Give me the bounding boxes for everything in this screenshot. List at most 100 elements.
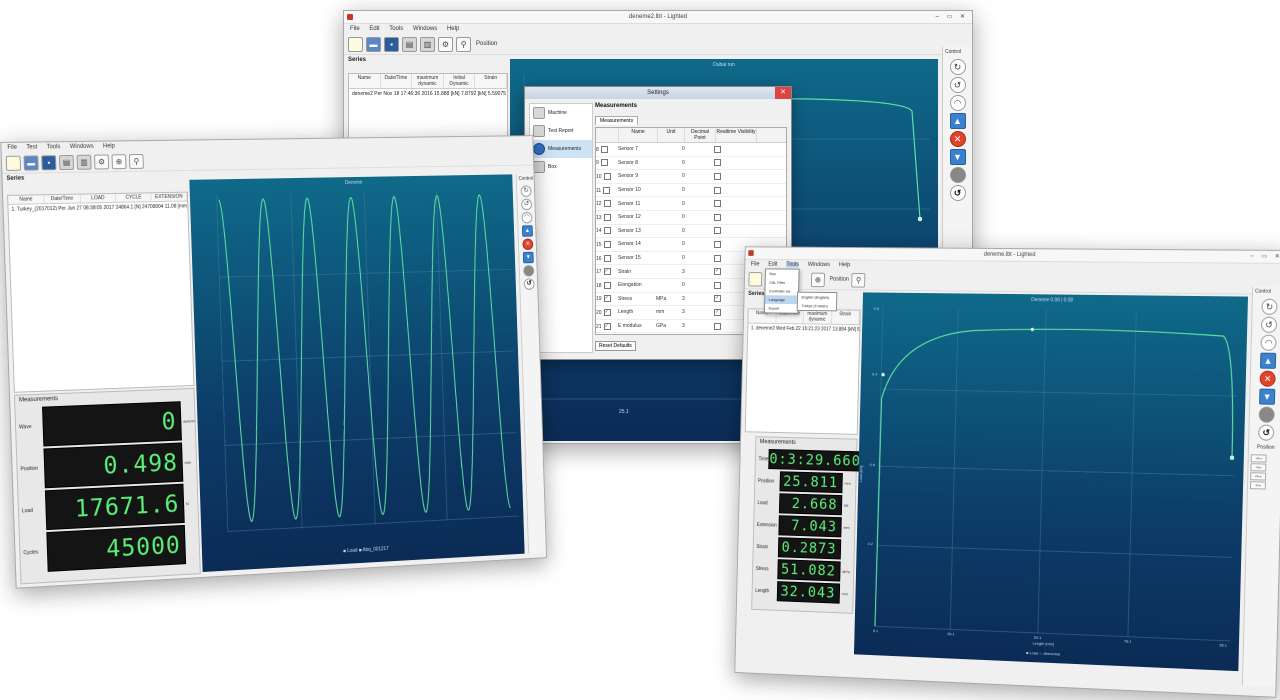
new-file-icon[interactable]	[5, 155, 22, 171]
arrow-up-icon[interactable]: ▲	[1259, 352, 1277, 369]
row-decimal[interactable]: 0	[682, 187, 712, 193]
row-checkbox[interactable]	[603, 281, 611, 289]
row-visibility-checkbox[interactable]	[714, 186, 721, 194]
window-controls[interactable]: – ▭ ✕	[936, 11, 968, 23]
row-checkbox[interactable]	[600, 145, 608, 153]
arrow-down-icon[interactable]: ▼	[522, 251, 534, 264]
row-checkbox[interactable]	[603, 186, 611, 194]
stop-icon[interactable]: ✕	[522, 238, 534, 251]
menu-file[interactable]: File	[751, 262, 760, 268]
menu-help[interactable]: Help	[103, 143, 115, 149]
target-icon[interactable]: ⊕	[810, 272, 825, 287]
menu-test[interactable]: Test	[26, 144, 37, 150]
tools-menu-item-language[interactable]: Language	[765, 295, 798, 305]
nav-item-test-report[interactable]: Test Report	[530, 122, 592, 140]
rotate-ccw-icon[interactable]: ↺	[949, 77, 966, 93]
open-folder-icon[interactable]: ▬	[23, 154, 39, 171]
nav-item-box[interactable]: Box	[530, 158, 592, 176]
row-checkbox[interactable]	[603, 227, 611, 235]
right-chart[interactable]: Deneme 0.98 | 0.08 0.8 0.4 0.6 0.2 0.1 2…	[853, 292, 1249, 672]
record-icon[interactable]: ●	[1258, 406, 1275, 423]
row-visibility-checkbox[interactable]	[714, 159, 721, 167]
col-header[interactable]: Name	[8, 195, 45, 204]
measurement-row[interactable]: 12 Sensor 11 0	[596, 197, 786, 211]
row-visibility-checkbox[interactable]	[714, 145, 721, 153]
row-checkbox[interactable]	[603, 254, 611, 262]
save-disk-icon[interactable]: ▪	[41, 154, 57, 170]
menu-windows[interactable]: Windows	[70, 144, 94, 150]
menu-windows[interactable]: Windows	[808, 262, 830, 268]
rotate-ccw-icon[interactable]: ↺	[521, 198, 533, 211]
pos-button[interactable]: -Ret	[1250, 463, 1267, 472]
row-decimal[interactable]: 0	[682, 201, 712, 207]
measurement-row[interactable]: 9 Sensor 8 0	[596, 157, 786, 171]
print-preview-icon[interactable]: ▥	[76, 154, 92, 170]
print-icon[interactable]: ▤	[402, 36, 417, 52]
col-header[interactable]: LOAD	[80, 193, 117, 203]
row-decimal[interactable]: 0	[682, 228, 712, 234]
row-visibility-checkbox[interactable]	[714, 227, 721, 235]
rotate-cw-icon[interactable]: ↻	[520, 185, 532, 197]
menu-tools[interactable]: Tools	[47, 144, 61, 150]
row-checkbox[interactable]: ✓	[603, 308, 611, 316]
gauge-icon[interactable]: ◠	[949, 95, 966, 111]
row-unit[interactable]: GPa	[656, 323, 682, 329]
close-icon[interactable]: ✕	[775, 87, 791, 99]
arrow-down-icon[interactable]: ▼	[949, 149, 966, 165]
left-chart[interactable]: Deneme ■ Load ■ Abq_001217	[189, 174, 525, 573]
pos-button[interactable]: -Pos	[1249, 481, 1266, 490]
row-decimal[interactable]: 3	[682, 269, 712, 275]
print-preview-icon[interactable]: ▥	[420, 36, 435, 52]
col-header[interactable]: Strain	[831, 310, 860, 325]
nav-item-machine[interactable]: Machine	[530, 104, 592, 122]
measurement-row[interactable]: 10 Sensor 9 0	[596, 170, 786, 184]
col-header[interactable]: maximum dynamic	[803, 309, 832, 324]
col-header[interactable]: maximum dynamic	[412, 74, 444, 88]
row-unit[interactable]: mm	[656, 309, 682, 315]
row-decimal[interactable]: 3	[682, 309, 712, 315]
col-visibility[interactable]: Realtime Visibility	[716, 128, 757, 142]
nav-item-measurements[interactable]: Measurements	[530, 140, 592, 158]
row-decimal[interactable]: 3	[682, 323, 712, 329]
tools-menu-item[interactable]: CAL Filter	[766, 278, 799, 287]
row-unit[interactable]: MPa	[656, 296, 682, 302]
tools-menu-item[interactable]: Run	[766, 269, 799, 278]
language-option-english[interactable]: English (English)	[798, 293, 837, 302]
col-header[interactable]: Strain	[475, 74, 507, 88]
arrow-down-icon[interactable]: ▼	[1259, 388, 1276, 405]
menu-file[interactable]: File	[7, 145, 17, 151]
position-icon[interactable]: ⚲	[851, 272, 866, 288]
row-checkbox[interactable]	[600, 159, 608, 167]
row-checkbox[interactable]	[603, 213, 611, 221]
row-visibility-checkbox[interactable]	[714, 172, 721, 180]
row-decimal[interactable]: 0	[682, 173, 712, 179]
menu-windows[interactable]: Windows	[413, 26, 437, 32]
measurement-row[interactable]: 13 Sensor 12 0	[596, 211, 786, 225]
reset-icon[interactable]: ↺	[1258, 424, 1275, 441]
row-visibility-checkbox[interactable]	[714, 281, 721, 289]
gauge-icon[interactable]: ◠	[521, 211, 533, 224]
measurement-row[interactable]: 8 Sensor 7 0	[596, 143, 786, 157]
row-visibility-checkbox[interactable]: ✓	[714, 308, 721, 316]
save-disk-icon[interactable]: ▪	[384, 36, 399, 52]
row-checkbox[interactable]: ✓	[603, 268, 611, 276]
reset-icon[interactable]: ↺	[523, 278, 535, 290]
pos-button[interactable]: +Ret	[1250, 454, 1267, 463]
window-controls[interactable]: – ▭ ✕	[1250, 251, 1280, 263]
new-file-icon[interactable]	[748, 271, 763, 287]
record-icon[interactable]: ●	[523, 264, 535, 277]
record-icon[interactable]: ●	[949, 167, 966, 183]
row-decimal[interactable]: 0	[682, 241, 712, 247]
stop-icon[interactable]: ✕	[1259, 370, 1276, 387]
row-visibility-checkbox[interactable]	[714, 213, 721, 221]
row-visibility-checkbox[interactable]	[714, 240, 721, 248]
measurement-row[interactable]: 14 Sensor 13 0	[596, 225, 786, 239]
menu-edit[interactable]: Edit	[768, 262, 778, 268]
series-row[interactable]: deneme2 Per Nov 18 17:46:36 2016 15.888 …	[349, 89, 507, 99]
print-icon[interactable]: ▤	[58, 154, 75, 170]
menu-edit[interactable]: Edit	[369, 26, 379, 32]
row-checkbox[interactable]	[603, 200, 611, 208]
reset-defaults-button[interactable]: Reset Defaults	[595, 341, 636, 351]
row-decimal[interactable]: 0	[682, 282, 712, 288]
reset-icon[interactable]: ↺	[949, 185, 966, 201]
